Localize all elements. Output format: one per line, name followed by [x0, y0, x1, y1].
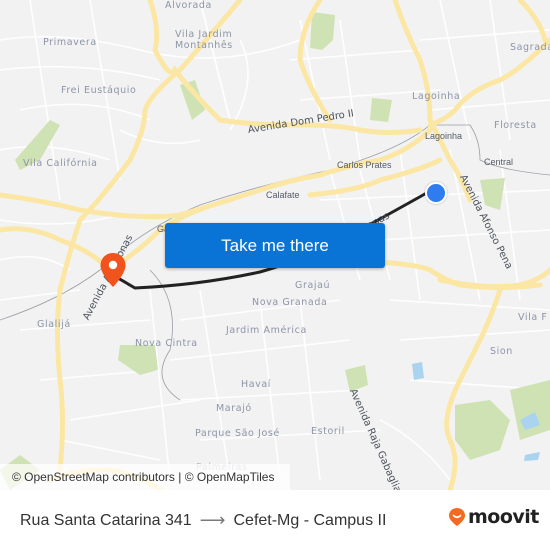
place-label-central: Central [484, 157, 514, 167]
moovit-wordmark: moovit [468, 506, 539, 528]
neighborhood-label-nova-granada: Nova Granada [252, 297, 328, 308]
neighborhood-label-glalija: Glalijá [37, 319, 71, 330]
map-pin-icon [100, 253, 126, 287]
moovit-logo[interactable]: moovit [448, 506, 539, 528]
destination-marker[interactable] [99, 252, 127, 288]
moovit-pin-icon [449, 508, 465, 526]
map-attribution[interactable]: © OpenStreetMap contributors | © OpenMap… [0, 464, 290, 490]
destination-name: Cefet-Mg - Campus II [233, 511, 387, 529]
origin-marker[interactable] [425, 182, 447, 204]
neighborhood-label-floresta: Floresta [494, 120, 537, 131]
place-label-carlos-prates: Carlos Prates [337, 160, 392, 170]
neighborhood-label-marajo: Marajó [216, 403, 252, 414]
neighborhood-label-alvorada: Alvorada [165, 0, 212, 11]
footer-bar: Rua Santa Catarina 341 ⟶ Cefet-Mg - Camp… [0, 490, 550, 550]
neighborhood-label-havai: Havaí [241, 379, 272, 390]
neighborhood-label-jardim-america: Jardim América [226, 325, 307, 336]
map-canvas[interactable]: Alvorada Vila Jardim Montanhês Primavera… [0, 0, 550, 490]
neighborhood-label-lagoinha: Lagoinha [412, 91, 461, 102]
neighborhood-label-montanhes: Montanhês [175, 40, 233, 51]
place-label-lagoinha-station: Lagoinha [425, 131, 463, 141]
neighborhood-label-nova-cintra: Nova Cintra [135, 338, 198, 349]
route-title: Rua Santa Catarina 341 ⟶ Cefet-Mg - Camp… [20, 510, 386, 531]
neighborhood-label-frei-eustaquio: Frei Eustáquio [61, 85, 137, 96]
neighborhood-label-parque-sao-jose: Parque São José [195, 428, 280, 439]
origin-name: Rua Santa Catarina 341 [20, 511, 192, 529]
neighborhood-label-sagrada: Sagrada [510, 42, 550, 53]
neighborhood-label-estoril: Estoril [311, 426, 345, 437]
neighborhood-label-vila-jardim: Vila Jardim [175, 29, 233, 40]
neighborhood-label-sion: Sion [490, 346, 513, 357]
neighborhood-label-vila-f: Vila F [518, 312, 548, 323]
neighborhood-label-vila-california: Vila Califórnia [23, 158, 98, 169]
place-label-calafate: Calafate [266, 190, 300, 200]
neighborhood-label-grajau: Grajaú [295, 280, 331, 291]
take-me-there-button[interactable]: Take me there [165, 223, 385, 268]
arrow-right-icon: ⟶ [199, 510, 226, 530]
neighborhood-label-primavera: Primavera [43, 37, 97, 48]
